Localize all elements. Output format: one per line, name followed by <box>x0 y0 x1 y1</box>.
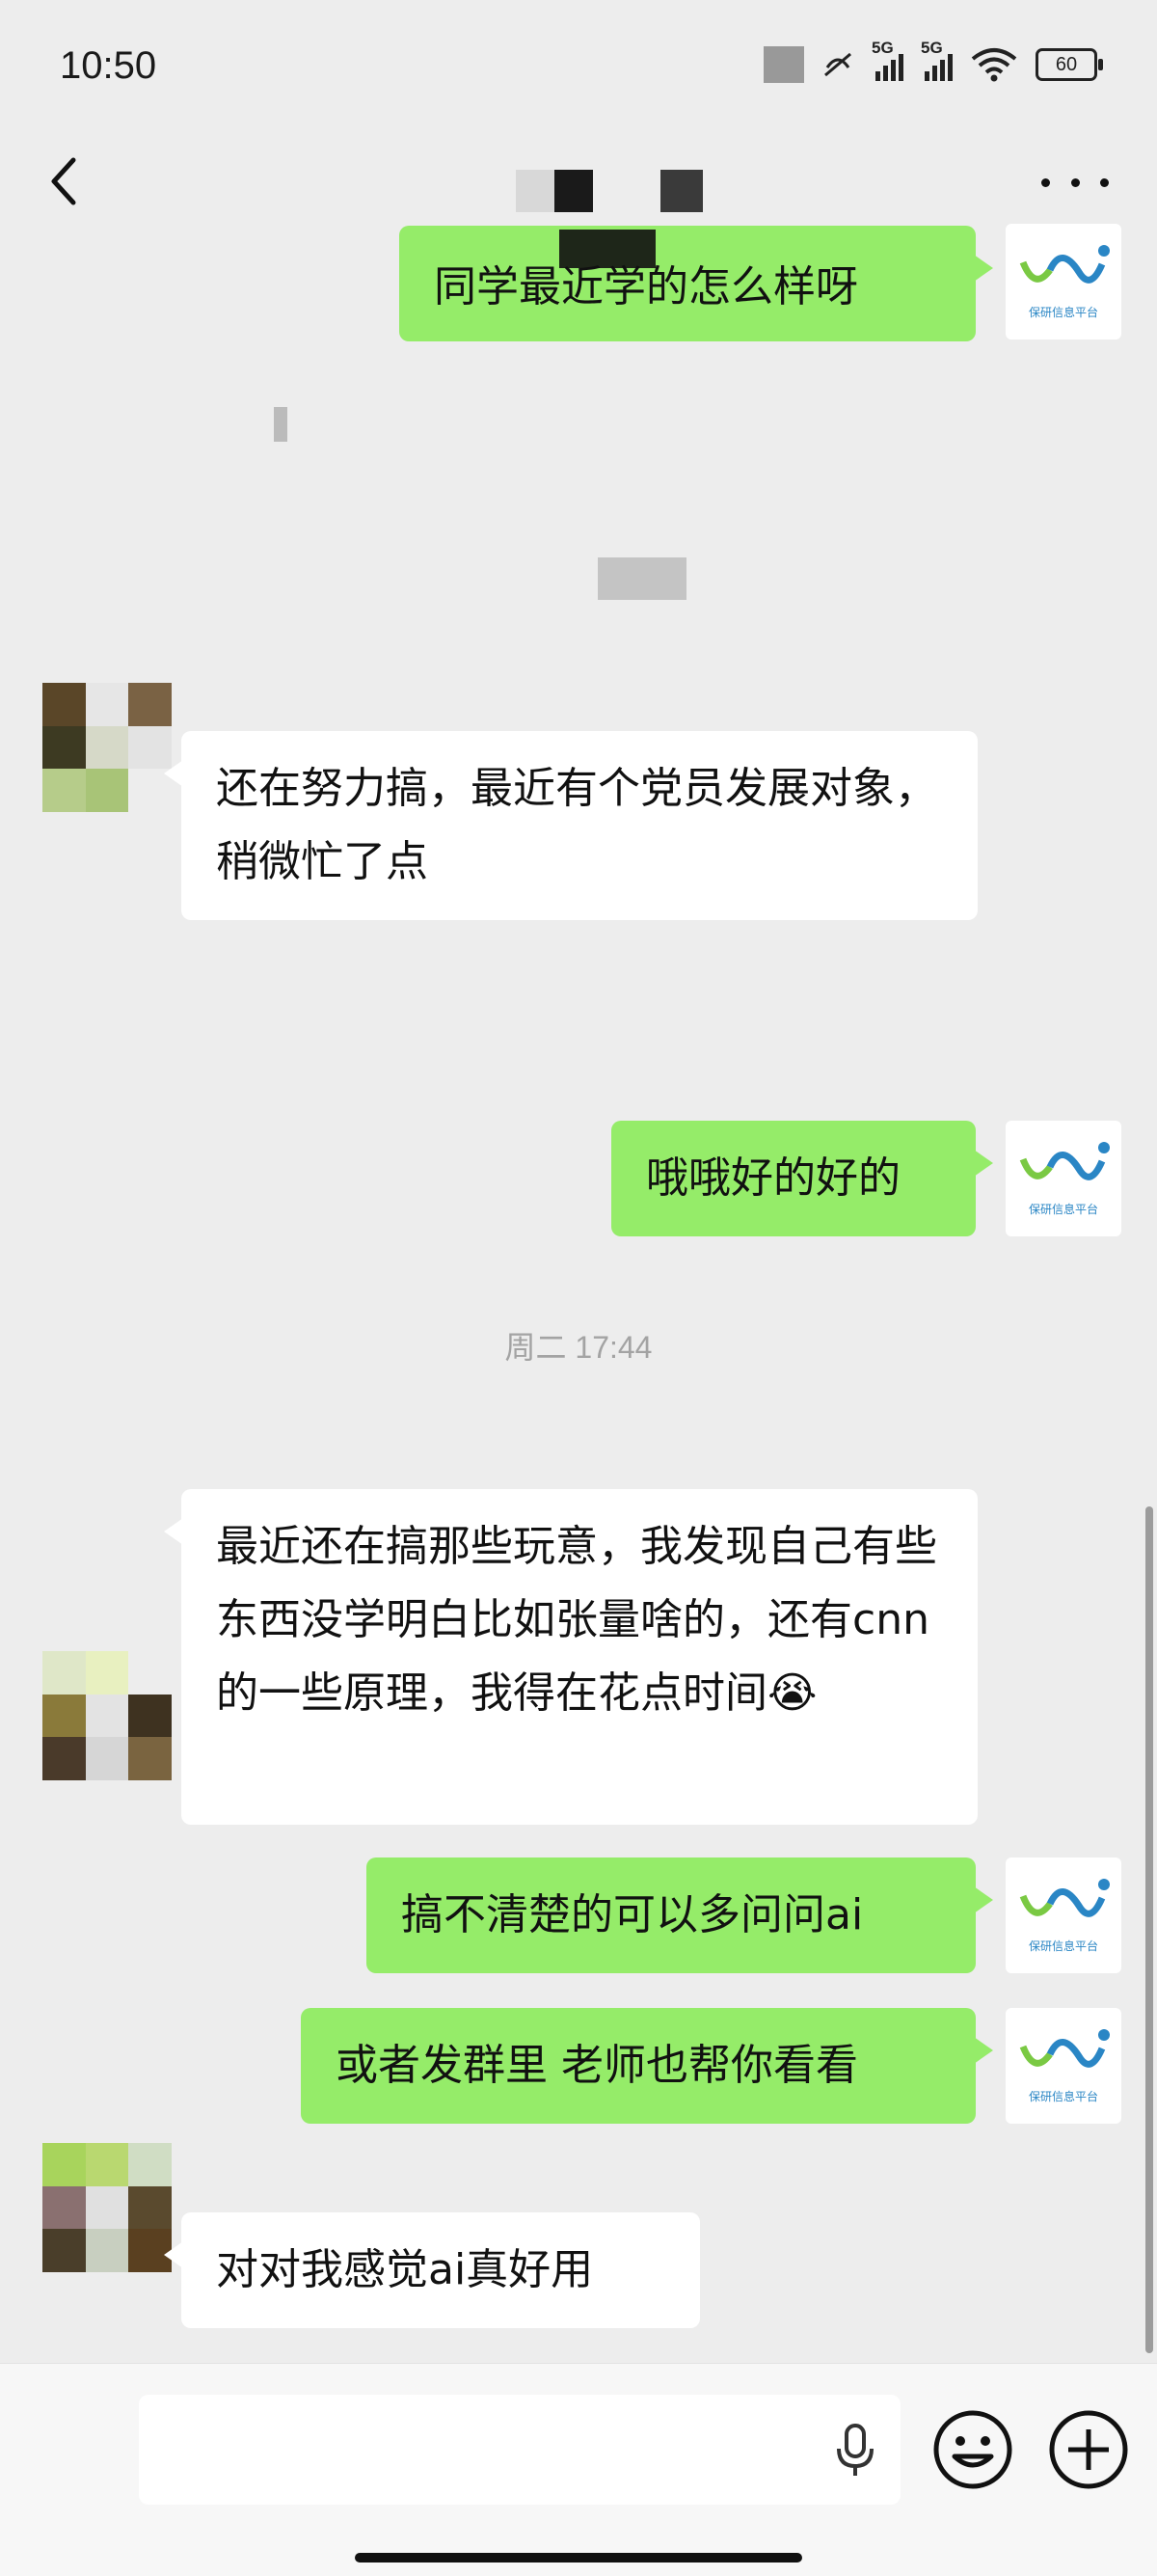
signal-icon-1: 5G <box>872 39 903 81</box>
self-avatar[interactable]: 保研信息平台 <box>1006 1857 1121 1973</box>
back-button[interactable] <box>39 152 96 210</box>
microphone-icon <box>837 2424 874 2476</box>
battery-level: 60 <box>1055 53 1078 75</box>
contact-name-redacted <box>516 170 703 212</box>
redacted-text-fragment <box>274 407 287 442</box>
emoji-button[interactable] <box>931 2408 1014 2491</box>
signal-icon-2: 5G <box>921 39 953 81</box>
notification-icon <box>764 46 804 83</box>
message-input[interactable] <box>139 2395 901 2505</box>
chevron-left-icon <box>51 157 76 205</box>
more-actions-button[interactable] <box>1047 2408 1130 2491</box>
message-bubble-outgoing[interactable]: 同学最近学的怎么样呀 <box>399 226 993 341</box>
plus-circle-icon <box>1049 2410 1128 2489</box>
emoji-icon <box>933 2410 1012 2489</box>
wifi-icon <box>971 48 1017 82</box>
input-bar <box>0 2363 1157 2576</box>
message-bubble-outgoing[interactable]: 哦哦好的好的 <box>611 1121 993 1236</box>
message-bubble-incoming[interactable]: 对对我感觉ai真好用 <box>164 2212 700 2328</box>
logo-icon: 保研信息平台 <box>1019 245 1110 319</box>
contact-avatar[interactable] <box>42 1651 172 1780</box>
svg-text:保研信息平台: 保研信息平台 <box>1029 1202 1098 1216</box>
more-dot-icon <box>1041 177 1050 187</box>
scrollbar[interactable] <box>1145 1506 1153 2353</box>
timestamp-divider: 周二 17:44 <box>504 1330 653 1365</box>
message-bubble-incoming[interactable]: 最近还在搞那些玩意，我发现自己有些东西没学明白比如张量啥的，还有cnn的一些原理… <box>164 1489 978 1825</box>
self-avatar[interactable]: 保研信息平台 <box>1006 2008 1121 2124</box>
status-time: 10:50 <box>60 44 157 87</box>
message-bubble-outgoing[interactable]: 搞不清楚的可以多问问ai <box>366 1857 993 1973</box>
more-button[interactable] <box>1041 158 1109 206</box>
message-list[interactable]: 同学最近学的怎么样呀 保研信息平台 还在努力搞，最近有个党员发展对象，稍微忙了点… <box>0 224 1157 2363</box>
svg-text:保研信息平台: 保研信息平台 <box>1029 305 1098 319</box>
contact-avatar[interactable] <box>42 683 172 812</box>
battery-icon: 60 <box>1036 48 1103 81</box>
contact-avatar[interactable] <box>42 2143 172 2272</box>
self-avatar[interactable]: 保研信息平台 <box>1006 224 1121 339</box>
redaction-block <box>559 230 656 268</box>
mute-icon <box>824 52 851 77</box>
logo-icon: 保研信息平台 <box>1019 1879 1110 1953</box>
svg-text:保研信息平台: 保研信息平台 <box>1029 1939 1098 1953</box>
status-bar: 10:50 5G 5G 60 <box>0 0 1157 135</box>
message-bubble-incoming[interactable]: 还在努力搞，最近有个党员发展对象，稍微忙了点 <box>164 731 978 920</box>
svg-text:保研信息平台: 保研信息平台 <box>1029 2089 1098 2103</box>
voice-input-button[interactable] <box>833 2422 877 2480</box>
status-icons: 5G 5G 60 <box>764 39 1103 89</box>
logo-icon: 保研信息平台 <box>1019 1142 1110 1216</box>
logo-icon: 保研信息平台 <box>1019 2029 1110 2103</box>
self-avatar[interactable]: 保研信息平台 <box>1006 1121 1121 1236</box>
redaction-block <box>598 557 686 600</box>
home-indicator[interactable] <box>355 2553 802 2562</box>
message-bubble-outgoing[interactable]: 或者发群里 老师也帮你看看 <box>301 2008 993 2124</box>
